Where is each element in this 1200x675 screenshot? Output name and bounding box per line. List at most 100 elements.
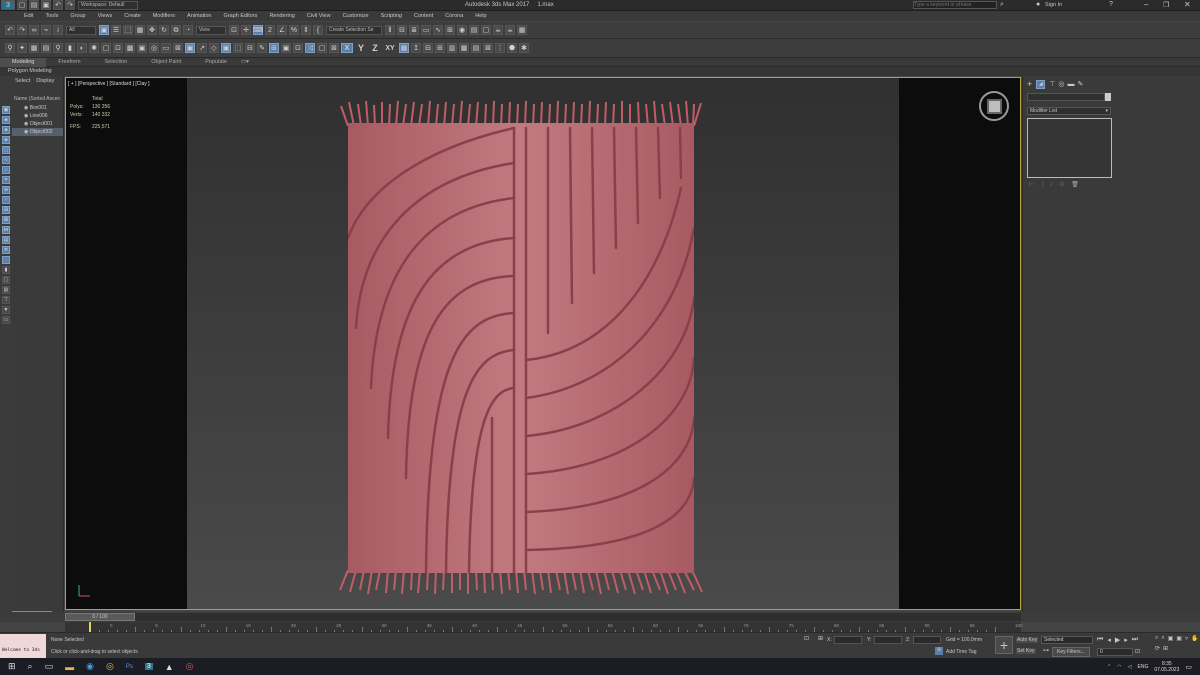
explorer-xrefs-icon[interactable]: ⊠ <box>2 216 10 224</box>
plane-constraint-icon[interactable]: ▦ <box>399 43 409 53</box>
viewcube-top-icon[interactable] <box>986 98 1002 114</box>
menu-views[interactable]: Views <box>92 11 119 21</box>
search-icon[interactable]: ⌕ <box>1000 1 1004 9</box>
display-tab-icon[interactable]: ▬ <box>1067 81 1074 88</box>
previous-frame-icon[interactable]: ◂ <box>1107 636 1111 644</box>
explorer-frozen-icon[interactable]: ❄ <box>2 246 10 254</box>
motion-tab-icon[interactable]: ◎ <box>1058 80 1064 88</box>
key-filters-button[interactable]: Key Filters... <box>1052 647 1090 657</box>
modify-tab-icon[interactable]: ◢ <box>1036 79 1046 89</box>
z-coordinate-field[interactable] <box>913 636 941 644</box>
add-time-tag-button[interactable]: Add Time Tag <box>946 649 976 655</box>
explorer-containers-icon[interactable]: ▤ <box>2 236 10 244</box>
zoom-extents-icon[interactable]: ▣ <box>1168 635 1174 642</box>
rug-model[interactable] <box>336 98 706 598</box>
telegram-icon[interactable]: ◉ <box>86 661 94 672</box>
menu-customize[interactable]: Customize <box>337 11 375 21</box>
go-to-start-icon[interactable]: ⏮ <box>1097 636 1103 644</box>
grow-icon[interactable]: ✎ <box>257 43 267 53</box>
select-polygon-icon[interactable]: ▣ <box>221 43 231 53</box>
tab-selection[interactable]: Selection <box>93 58 140 67</box>
percent-snap-icon[interactable]: % <box>289 25 299 35</box>
search-input[interactable] <box>913 1 997 9</box>
set-key-plus-icon[interactable]: + <box>995 636 1013 654</box>
corona-proxy-icon[interactable]: ▮ <box>65 43 75 53</box>
explorer-geometry-icon[interactable]: ▢ <box>2 146 10 154</box>
paint-deform-icon[interactable]: ✱ <box>519 43 529 53</box>
volume-icon[interactable]: ◁ <box>1128 664 1132 670</box>
task-view-icon[interactable]: ▭ <box>45 661 54 672</box>
menu-help[interactable]: Help <box>469 11 492 21</box>
selection-center-icon[interactable]: ⊞ <box>435 43 445 53</box>
photos-icon[interactable]: ▲ <box>165 662 174 672</box>
menu-create[interactable]: Create <box>118 11 147 21</box>
explorer-find-icon[interactable]: ▮ <box>2 266 10 274</box>
taskbar-search-icon[interactable]: ⌕ <box>28 661 33 672</box>
list-item[interactable]: ◉ Object002 <box>12 128 63 136</box>
modifier-stack[interactable] <box>1027 118 1112 178</box>
render-cloud-icon[interactable]: ▦ <box>517 25 527 35</box>
explorer-select-icon[interactable]: ▣ <box>2 106 10 114</box>
menu-corona[interactable]: Corona <box>439 11 469 21</box>
new-file-icon[interactable]: ▢ <box>17 0 27 10</box>
shrink-icon[interactable]: ⊞ <box>269 43 279 53</box>
spacing-tool-icon[interactable]: ▤ <box>471 43 481 53</box>
explorer-display-all-icon[interactable]: ◈ <box>2 126 10 134</box>
y-coordinate-field[interactable] <box>874 636 902 644</box>
snapshot-icon[interactable]: ⋮ <box>495 43 505 53</box>
corona-scatter-icon[interactable]: ◐ <box>77 43 87 53</box>
zoom-all-icon[interactable]: ⌕ <box>1161 635 1164 642</box>
field-of-view-icon[interactable]: ▿ <box>1185 635 1188 642</box>
select-manipulate-icon[interactable]: ✛ <box>241 25 251 35</box>
bind-space-warp-icon[interactable]: ≀ <box>53 25 63 35</box>
list-item[interactable]: ◉ Box001 <box>12 104 63 112</box>
menu-graph-editors[interactable]: Graph Editors <box>218 11 264 21</box>
axis-constraint-icon[interactable]: ⤨ <box>305 43 315 53</box>
scene-tab-display[interactable]: Display <box>33 76 57 86</box>
corona-sun-icon[interactable]: ✺ <box>89 43 99 53</box>
undo-icon[interactable]: ↶ <box>53 0 63 10</box>
explorer-shapes-icon[interactable]: ∿ <box>2 156 10 164</box>
explorer-bones-icon[interactable]: ⋈ <box>2 226 10 234</box>
chrome-icon[interactable]: ◎ <box>106 661 114 672</box>
menu-civil-view[interactable]: Civil View <box>301 11 337 21</box>
workspace-dropdown[interactable]: Workspace: Default <box>78 0 138 10</box>
pivot-point-icon[interactable]: ⊟ <box>423 43 433 53</box>
close-icon[interactable]: ✕ <box>1184 0 1191 9</box>
app-logo-icon[interactable]: 3 <box>1 0 15 10</box>
corona-sphere-icon[interactable]: ◎ <box>149 43 159 53</box>
corona-camera-icon[interactable]: ▦ <box>29 43 39 53</box>
corona-distance-icon[interactable]: ▩ <box>125 43 135 53</box>
wifi-icon[interactable]: ◠ <box>1117 664 1121 670</box>
ring-icon[interactable]: ⊡ <box>293 43 303 53</box>
menu-animation[interactable]: Animation <box>181 11 217 21</box>
key-mode-dropdown[interactable]: Selected <box>1041 636 1093 644</box>
select-edge-icon[interactable]: ◇ <box>209 43 219 53</box>
mirror-icon[interactable]: ⫴ <box>385 25 395 35</box>
redo-icon[interactable]: ↷ <box>17 25 27 35</box>
transform-center-icon[interactable]: ▥ <box>447 43 457 53</box>
3dsmax-taskbar-icon[interactable]: 3 <box>144 663 153 670</box>
make-unique-icon[interactable]: ⊙ <box>1059 181 1064 188</box>
render-production-icon[interactable]: ☕ <box>493 25 503 35</box>
unlink-icon[interactable]: ⌁ <box>41 25 51 35</box>
menu-edit[interactable]: Edit <box>18 11 39 21</box>
notifications-icon[interactable]: ▭ <box>1185 663 1192 671</box>
utilities-tab-icon[interactable]: ✎ <box>1077 80 1083 88</box>
ignore-backfacing-icon[interactable]: ▢ <box>317 43 327 53</box>
time-tag-icon[interactable]: ⊕ <box>935 647 943 655</box>
maxscript-listener[interactable]: Welcome to 3ds <box>0 634 46 658</box>
menu-rendering[interactable]: Rendering <box>263 11 300 21</box>
remove-modifier-icon[interactable]: 🗑 <box>1071 181 1079 188</box>
maximize-viewport-icon[interactable]: ⊞ <box>1163 645 1168 652</box>
snaps-toggle-icon[interactable]: 2 <box>265 25 275 35</box>
explorer-hierarchy-icon[interactable]: ⊤ <box>2 296 10 304</box>
current-frame-marker[interactable] <box>89 622 91 632</box>
link-icon[interactable]: ∞ <box>29 25 39 35</box>
render-setup-icon[interactable]: ▤ <box>469 25 479 35</box>
reference-coordinate-dropdown[interactable]: View <box>196 25 226 35</box>
menu-tools[interactable]: Tools <box>39 11 64 21</box>
edit-named-selection-icon[interactable]: { <box>313 25 323 35</box>
curve-editor-icon[interactable]: ∿ <box>433 25 443 35</box>
make-unique-icon[interactable]: ∕ <box>1051 182 1052 188</box>
